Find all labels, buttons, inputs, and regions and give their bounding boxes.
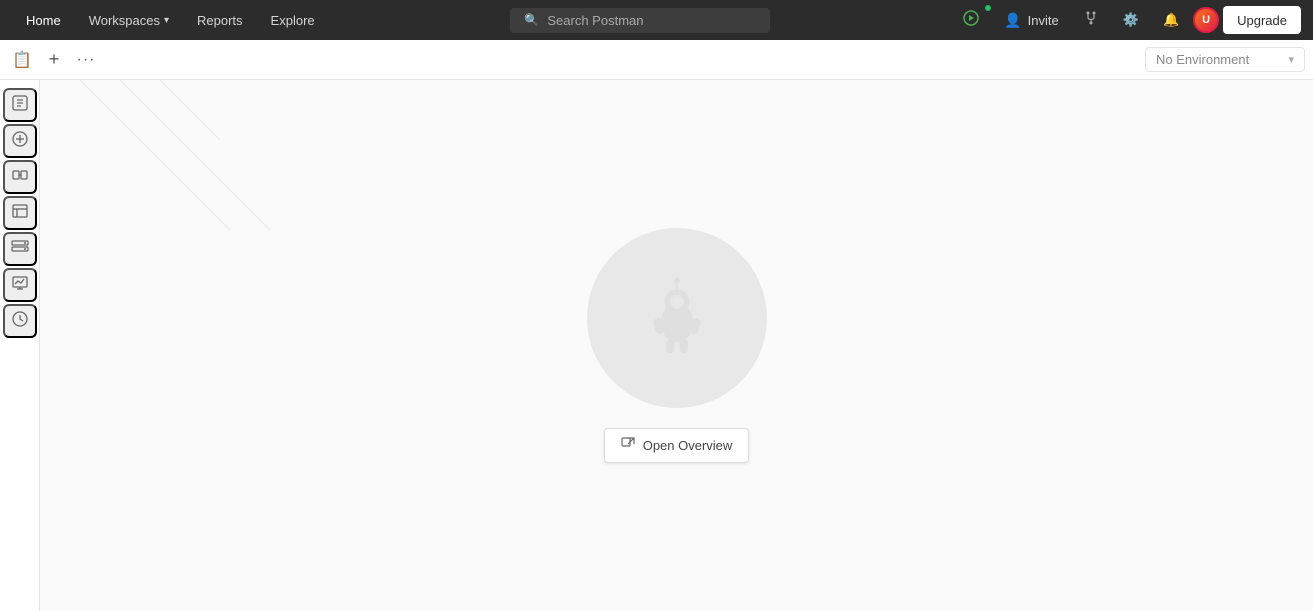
more-options-button[interactable]: ··· — [72, 46, 100, 74]
search-bar[interactable]: 🔍 Search Postman — [329, 8, 953, 33]
sidebar-mock-servers[interactable] — [3, 232, 37, 266]
new-request-icon — [11, 94, 29, 117]
nav-explore[interactable]: Explore — [257, 0, 329, 40]
empty-state: Open Overview — [587, 228, 767, 463]
status-dot — [984, 4, 992, 12]
plus-icon: + — [49, 49, 60, 70]
settings-icon: ⚙️ — [1123, 12, 1139, 28]
notification-button[interactable]: 🔔 — [1153, 6, 1189, 34]
sidebar-monitors[interactable] — [3, 268, 37, 302]
search-input-wrapper[interactable]: 🔍 Search Postman — [510, 8, 770, 33]
ellipsis-icon: ··· — [77, 51, 96, 69]
content-area: Open Overview — [40, 80, 1313, 611]
runner-icon — [962, 9, 980, 32]
settings-button[interactable]: ⚙️ — [1113, 6, 1149, 34]
sidebar-history[interactable] — [3, 304, 37, 338]
new-tab-button[interactable]: 📋 — [8, 46, 36, 74]
invite-button[interactable]: 👤 Invite — [994, 6, 1069, 34]
sidebar-new-tab[interactable] — [3, 88, 37, 122]
collections-icon — [11, 130, 29, 153]
apis-icon — [11, 166, 29, 189]
nav-workspaces[interactable]: Workspaces ▾ — [75, 0, 183, 40]
environment-selector[interactable]: No Environment ▾ — [1145, 47, 1305, 72]
fork-icon — [1083, 10, 1099, 30]
upgrade-button[interactable]: Upgrade — [1223, 6, 1301, 34]
sidebar-apis[interactable] — [3, 160, 37, 194]
secondary-toolbar: 📋 + ··· No Environment ▾ — [0, 40, 1313, 80]
fork-button[interactable] — [1073, 6, 1109, 34]
mock-servers-icon — [11, 238, 29, 261]
workspaces-label: Workspaces — [89, 13, 160, 28]
bell-icon: 🔔 — [1163, 12, 1179, 28]
background-decoration — [40, 80, 340, 230]
history-icon — [11, 310, 29, 333]
invite-icon: 👤 — [1004, 12, 1021, 29]
top-navigation: Home Workspaces ▾ Reports Explore 🔍 Sear… — [0, 0, 1313, 40]
runner-button[interactable] — [952, 6, 990, 34]
environment-label: No Environment — [1156, 52, 1249, 67]
main-layout: Open Overview — [0, 80, 1313, 611]
invite-label: Invite — [1028, 13, 1059, 28]
search-icon: 🔍 — [524, 13, 539, 27]
sidebar-environments[interactable] — [3, 196, 37, 230]
chevron-down-icon: ▾ — [164, 15, 169, 26]
nav-actions: 👤 Invite ⚙️ 🔔 U — [952, 6, 1301, 34]
sidebar-collections[interactable] — [3, 124, 37, 158]
new-tab-icon: 📋 — [12, 50, 32, 70]
avatar-initials: U — [1202, 14, 1210, 26]
environments-icon — [11, 202, 29, 225]
nav-reports[interactable]: Reports — [183, 0, 257, 40]
open-overview-label: Open Overview — [643, 438, 733, 453]
postman-logo-circle — [587, 228, 767, 408]
avatar[interactable]: U — [1193, 7, 1219, 33]
external-link-icon — [621, 437, 635, 454]
postman-icon — [632, 273, 722, 363]
search-placeholder: Search Postman — [547, 13, 643, 28]
nav-home[interactable]: Home — [12, 0, 75, 40]
open-overview-button[interactable]: Open Overview — [604, 428, 750, 463]
monitors-icon — [11, 274, 29, 297]
add-button[interactable]: + — [40, 46, 68, 74]
left-sidebar — [0, 80, 40, 611]
env-chevron-icon: ▾ — [1288, 53, 1294, 66]
